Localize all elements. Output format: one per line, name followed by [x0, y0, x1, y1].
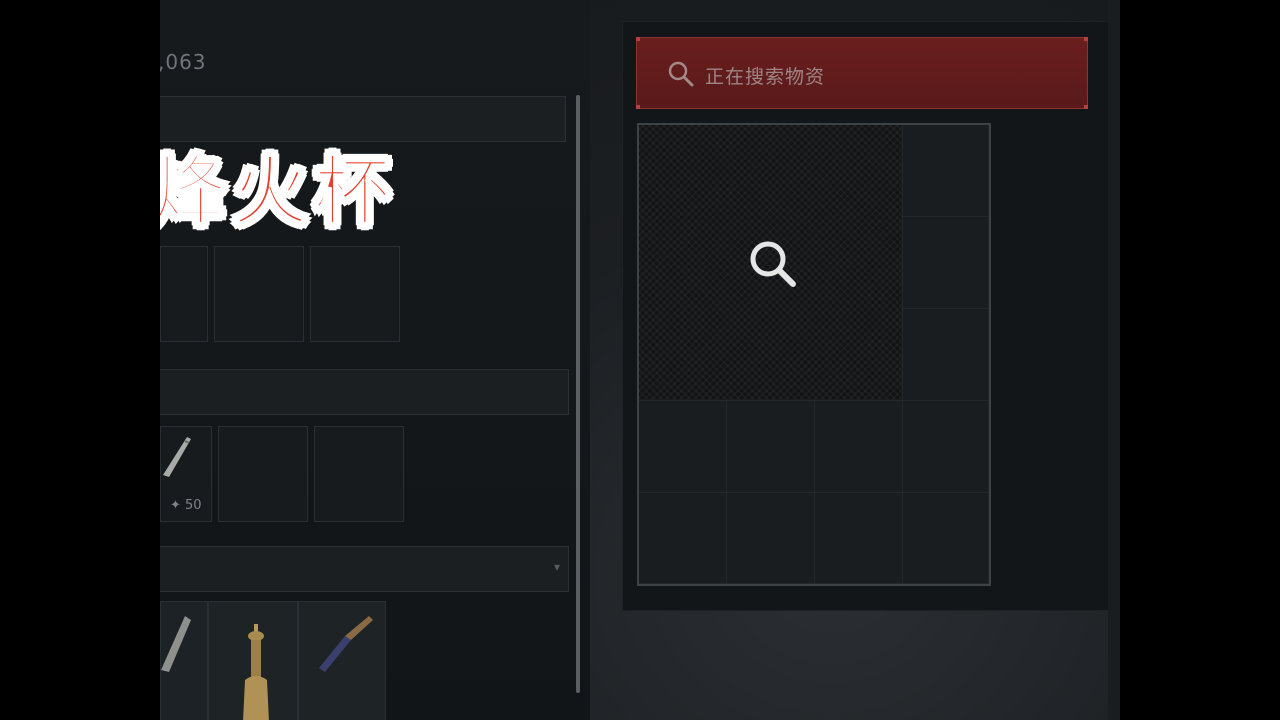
panel-edge	[1108, 0, 1120, 720]
inventory-panel: ,063 ✦ 50 ▾ 烽火杯	[160, 0, 590, 720]
backpack-slot[interactable]	[208, 601, 298, 720]
backpack-slot[interactable]	[298, 601, 386, 720]
grid-cell[interactable]	[639, 401, 727, 493]
grid-cell[interactable]	[903, 401, 989, 493]
knife-item-icon	[161, 616, 191, 672]
equipment-slot[interactable]	[160, 246, 208, 342]
game-viewport: ,063 ✦ 50 ▾ 烽火杯 正在搜索物资	[160, 0, 1120, 720]
search-status-bar: 正在搜索物资	[636, 37, 1088, 109]
grid-cell[interactable]	[815, 401, 903, 493]
cup-title-overlay: 烽火杯	[160, 146, 396, 237]
grid-cell[interactable]	[903, 125, 989, 217]
search-icon	[668, 61, 694, 87]
dagger-item-icon	[319, 616, 373, 672]
equipment-slot[interactable]	[214, 246, 304, 342]
grid-cell[interactable]	[903, 309, 989, 401]
searching-item-placeholder	[639, 125, 901, 399]
item-slot[interactable]	[218, 426, 308, 522]
inventory-scrollbar[interactable]	[576, 95, 580, 693]
grid-cell[interactable]	[727, 493, 815, 584]
grid-cell[interactable]	[727, 401, 815, 493]
item-count: ✦ 50	[170, 498, 202, 513]
grid-cell[interactable]	[815, 493, 903, 584]
currency-value: ,063	[160, 50, 207, 74]
knife-item-icon	[163, 437, 191, 477]
weapon-section-bar[interactable]	[160, 369, 569, 415]
loot-container-grid[interactable]	[637, 123, 991, 586]
item-slot[interactable]	[314, 426, 404, 522]
backpack-section-bar[interactable]: ▾	[160, 546, 569, 592]
backpack-slot[interactable]	[160, 601, 208, 720]
grid-cell[interactable]	[903, 217, 989, 309]
chess-piece-icon	[243, 624, 269, 720]
grid-cell[interactable]	[903, 493, 989, 584]
grid-cell[interactable]	[639, 493, 727, 584]
magnifier-icon	[750, 241, 796, 287]
equipment-slot[interactable]	[310, 246, 400, 342]
search-status-text: 正在搜索物资	[705, 66, 826, 88]
bar-chevron-icon: ▾	[553, 560, 560, 574]
